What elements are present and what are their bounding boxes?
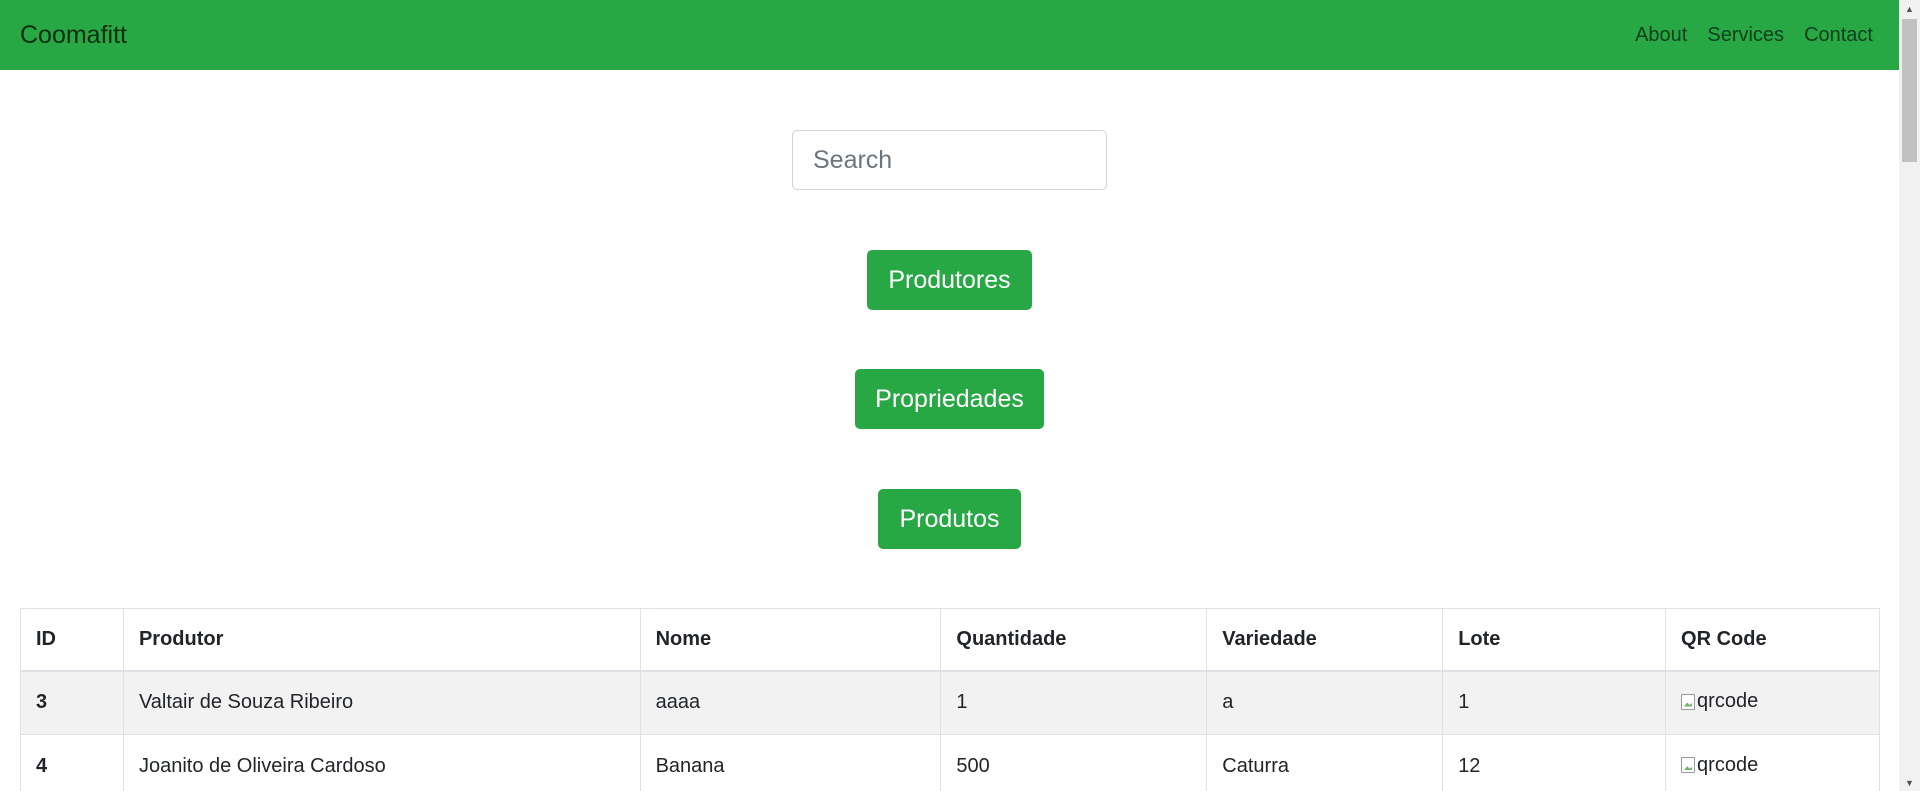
cell-qrcode: qrcode	[1665, 734, 1880, 791]
cell-id: 3	[20, 670, 124, 735]
nav-link-services[interactable]: Services	[1707, 24, 1784, 47]
column-header-qrcode: QR Code	[1665, 608, 1880, 672]
cell-quantidade: 500	[940, 734, 1208, 791]
column-header-variedade: Variedade	[1206, 608, 1444, 672]
propriedades-button[interactable]: Propriedades	[855, 369, 1044, 429]
scroll-down-arrow-icon[interactable]: ▼	[1899, 774, 1920, 791]
table-body: 3 Valtair de Souza Ribeiro aaaa 1 a 1 qr…	[20, 670, 1880, 791]
cell-nome: Banana	[639, 734, 942, 791]
nav-links: About Services Contact	[1635, 24, 1873, 47]
broken-image-icon	[1681, 693, 1696, 710]
scrollbar-thumb[interactable]	[1902, 19, 1917, 162]
table-header: ID Produtor Nome Quantidade Variedade Lo…	[20, 608, 1880, 672]
products-table-container: ID Produtor Nome Quantidade Variedade Lo…	[20, 608, 1880, 791]
search-input[interactable]	[792, 130, 1107, 190]
table-row: 4 Joanito de Oliveira Cardoso Banana 500…	[20, 734, 1880, 791]
nav-link-contact[interactable]: Contact	[1804, 24, 1873, 47]
column-header-nome: Nome	[639, 608, 942, 672]
table-row: 3 Valtair de Souza Ribeiro aaaa 1 a 1 qr…	[20, 670, 1880, 735]
scroll-up-arrow-icon[interactable]: ▲	[1899, 0, 1920, 17]
nav-link-about[interactable]: About	[1635, 24, 1687, 47]
cell-qrcode: qrcode	[1665, 670, 1880, 735]
cell-produtor: Joanito de Oliveira Cardoso	[122, 734, 641, 791]
top-navbar: Coomafitt About Services Contact	[0, 0, 1899, 70]
qrcode-image: qrcode	[1681, 754, 1758, 777]
column-header-quantidade: Quantidade	[940, 608, 1208, 672]
qrcode-alt-text: qrcode	[1697, 753, 1759, 776]
broken-image-icon	[1681, 757, 1696, 774]
cell-variedade: a	[1206, 670, 1444, 735]
products-table: ID Produtor Nome Quantidade Variedade Lo…	[20, 608, 1880, 791]
page: Coomafitt About Services Contact Produto…	[0, 0, 1920, 791]
cell-lote: 1	[1442, 670, 1667, 735]
produtores-button[interactable]: Produtores	[867, 250, 1032, 310]
vertical-scrollbar[interactable]: ▲ ▼	[1899, 0, 1920, 791]
table-header-row: ID Produtor Nome Quantidade Variedade Lo…	[20, 608, 1880, 672]
qrcode-image: qrcode	[1681, 690, 1758, 713]
column-header-id: ID	[20, 608, 124, 672]
cell-variedade: Caturra	[1206, 734, 1444, 791]
cell-quantidade: 1	[940, 670, 1208, 735]
cell-id: 4	[20, 734, 124, 791]
column-header-lote: Lote	[1442, 608, 1667, 672]
cell-lote: 12	[1442, 734, 1667, 791]
cell-nome: aaaa	[639, 670, 942, 735]
cell-produtor: Valtair de Souza Ribeiro	[122, 670, 641, 735]
brand-link[interactable]: Coomafitt	[20, 21, 127, 50]
search-container	[792, 130, 1107, 190]
column-header-produtor: Produtor	[122, 608, 641, 672]
qrcode-alt-text: qrcode	[1697, 690, 1759, 712]
produtos-button[interactable]: Produtos	[878, 489, 1021, 549]
